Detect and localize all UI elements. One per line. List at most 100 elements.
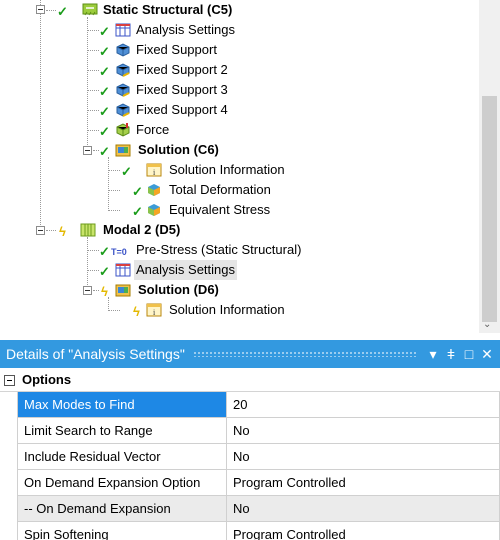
row-gutter (0, 496, 17, 522)
tree-node-label: Solution (C6) (138, 142, 219, 157)
tree-node-label: Solution Information (169, 302, 285, 317)
tree-node-label: Fixed Support 3 (136, 82, 228, 97)
expand-collapse-toggle[interactable] (36, 5, 45, 14)
property-value[interactable]: Program Controlled (227, 522, 500, 540)
solution-icon (115, 284, 131, 297)
expand-collapse-toggle[interactable] (36, 226, 45, 235)
options-section-header[interactable]: Options (0, 368, 500, 392)
expand-collapse-toggle[interactable] (83, 286, 92, 295)
tree-connector (87, 30, 99, 31)
tree-connector (108, 170, 120, 171)
property-name: Max Modes to Find (17, 392, 227, 418)
property-value[interactable]: Program Controlled (227, 470, 500, 496)
tree-connector (87, 270, 99, 271)
tree-node-label: Modal 2 (D5) (103, 222, 181, 237)
check-icon: ✓ (99, 104, 110, 119)
tree-connector (93, 290, 99, 291)
property-row-limit-search[interactable]: Limit Search to Range No (0, 418, 500, 444)
property-value[interactable]: No (227, 418, 500, 444)
check-icon: ✓ (132, 204, 143, 219)
details-title-bar: Details of "Analysis Settings" ▾ ǂ □ ✕ (0, 340, 500, 368)
tree-connector (87, 130, 99, 131)
tree-scrollbar[interactable]: ⌄ (479, 0, 500, 333)
tree-connector (87, 237, 88, 291)
tree-connector (108, 310, 120, 311)
tree-node-label: Static Structural (C5) (103, 2, 233, 17)
tree-node-label: Solution (D6) (138, 282, 219, 297)
title-grip[interactable] (192, 351, 416, 357)
solution-information-icon: i (146, 163, 162, 177)
scroll-down-icon[interactable]: ⌄ (483, 319, 491, 330)
lightning-icon: ϟ (133, 304, 140, 319)
tree-connector (87, 110, 99, 111)
tree-node-label: Force (136, 122, 170, 137)
tree-connector (87, 50, 99, 51)
tree-node-label: Solution Information (169, 162, 285, 177)
property-value[interactable]: No (227, 444, 500, 470)
property-name: Limit Search to Range (17, 418, 227, 444)
tree-node-label: Fixed Support (136, 42, 217, 57)
maximize-icon[interactable]: □ (460, 346, 478, 362)
check-icon: ✓ (99, 64, 110, 79)
check-icon: ✓ (99, 144, 110, 159)
outline-tree: ✓ Static Structural (C5) ✓ Analysis Sett… (0, 0, 500, 333)
collapse-icon[interactable] (4, 375, 15, 386)
check-icon: ✓ (57, 4, 68, 19)
pin-icon[interactable]: ǂ (442, 346, 460, 362)
equivalent-stress-icon (148, 204, 160, 216)
section-label: Options (22, 372, 72, 387)
lightning-icon: ϟ (59, 224, 66, 239)
tree-connector (87, 250, 99, 251)
check-icon: ✓ (99, 244, 110, 259)
analysis-settings-icon (115, 263, 131, 277)
close-icon[interactable]: ✕ (478, 346, 496, 363)
details-panel: Details of "Analysis Settings" ▾ ǂ □ ✕ O… (0, 340, 500, 540)
tree-node-label: Fixed Support 2 (136, 62, 228, 77)
details-title: Details of "Analysis Settings" (6, 346, 185, 362)
property-row-max-modes[interactable]: Max Modes to Find 20 (0, 392, 500, 418)
tree-node-label: Analysis Settings (136, 22, 235, 37)
lightning-icon: ϟ (101, 284, 108, 299)
solution-icon (115, 144, 131, 157)
property-row-residual-vector[interactable]: Include Residual Vector No (0, 444, 500, 470)
fixed-support-icon (116, 83, 130, 97)
analysis-settings-icon (115, 23, 131, 37)
check-icon: ✓ (99, 44, 110, 59)
expand-collapse-toggle[interactable] (83, 146, 92, 155)
property-value: No (227, 496, 500, 522)
pre-stress-icon-text: T=0 (111, 247, 127, 257)
modal-icon (80, 223, 96, 237)
fixed-support-icon (116, 103, 130, 117)
tree-connector (87, 90, 99, 91)
property-name: On Demand Expansion Option (17, 470, 227, 496)
check-icon: ✓ (99, 264, 110, 279)
property-row-expansion-option[interactable]: On Demand Expansion Option Program Contr… (0, 470, 500, 496)
tree-node-label: Analysis Settings (134, 260, 237, 280)
pre-stress-icon: T=0 (111, 240, 133, 257)
check-icon: ✓ (121, 164, 132, 179)
dropdown-menu-icon[interactable]: ▾ (424, 346, 442, 363)
tree-connector (87, 70, 99, 71)
total-deformation-icon (148, 184, 160, 196)
tree-node-label: Equivalent Stress (169, 202, 271, 217)
static-structural-icon (82, 3, 98, 16)
fixed-support-icon (116, 43, 130, 57)
property-row-spin-softening[interactable]: Spin Softening Program Controlled (0, 522, 500, 540)
tree-node-label: Total Deformation (169, 182, 271, 197)
tree-connector (108, 157, 109, 211)
scrollbar-thumb[interactable] (482, 96, 497, 322)
row-gutter (0, 444, 17, 470)
check-icon: ✓ (99, 124, 110, 139)
tree-connector (108, 297, 109, 311)
row-gutter (0, 418, 17, 444)
fixed-support-icon (116, 63, 130, 77)
property-row-on-demand-expansion[interactable]: -- On Demand Expansion No (0, 496, 500, 522)
force-icon (116, 123, 130, 137)
tree-connector (108, 190, 120, 191)
property-value[interactable]: 20 (227, 392, 500, 418)
tree-connector (46, 10, 56, 11)
property-name: -- On Demand Expansion (17, 496, 227, 522)
tree-connector (108, 210, 120, 211)
check-icon: ✓ (99, 24, 110, 39)
tree-connector (40, 0, 41, 231)
